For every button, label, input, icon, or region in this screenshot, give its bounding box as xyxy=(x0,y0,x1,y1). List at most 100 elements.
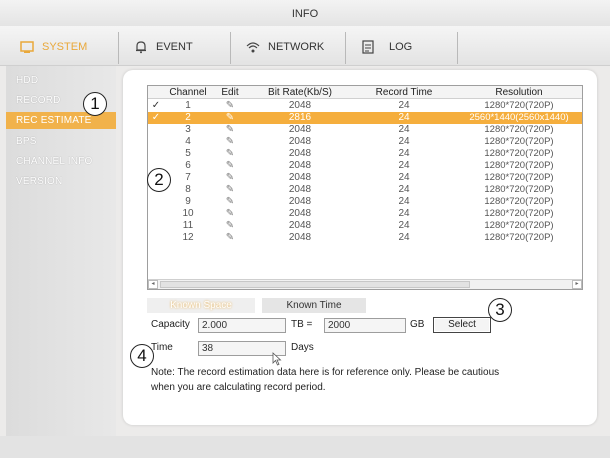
sidebar: HDD RECORD REC ESTIMATE BPS CHANNEL INFO… xyxy=(6,66,116,436)
cell-channel: 9 xyxy=(185,196,191,207)
capacity-tb-input[interactable]: 2.000 xyxy=(198,318,286,333)
horizontal-scrollbar[interactable]: ◂ ▸ xyxy=(148,279,582,289)
cell-record-time: 24 xyxy=(398,112,410,123)
cell-channel: 12 xyxy=(182,232,194,243)
log-icon xyxy=(361,40,375,54)
cell-bitrate: 2048 xyxy=(288,124,312,135)
table-row[interactable]: 12 ✎ 2048 24 1280*720(720P) xyxy=(148,232,582,244)
table-row[interactable]: ✓ 1 ✎ 2048 24 1280*720(720P) xyxy=(148,100,582,112)
cell-channel: 2 xyxy=(185,112,191,123)
edit-pencil-icon[interactable]: ✎ xyxy=(212,184,248,196)
row-checkbox[interactable] xyxy=(148,136,164,148)
column-header-resolution: Resolution xyxy=(495,87,543,98)
capacity-label: Capacity xyxy=(151,319,190,330)
table-row[interactable]: 9 ✎ 2048 24 1280*720(720P) xyxy=(148,196,582,208)
edit-pencil-icon[interactable]: ✎ xyxy=(212,220,248,232)
table-header: Channel Edit Bit Rate(Kb/S) Record Time … xyxy=(148,86,582,99)
time-label: Time xyxy=(151,342,173,353)
column-header-bitrate: Bit Rate(Kb/S) xyxy=(268,87,332,98)
note-line-1: Note: The record estimation data here is… xyxy=(151,367,500,378)
edit-pencil-icon[interactable]: ✎ xyxy=(212,172,248,184)
row-checkbox[interactable] xyxy=(148,124,164,136)
cell-resolution: 1280*720(720P) xyxy=(484,124,554,135)
cell-channel: 10 xyxy=(182,208,194,219)
cell-channel: 5 xyxy=(185,148,191,159)
edit-pencil-icon[interactable]: ✎ xyxy=(212,100,248,112)
cell-channel: 4 xyxy=(185,136,191,147)
column-header-channel: Channel xyxy=(169,87,207,98)
edit-pencil-icon[interactable]: ✎ xyxy=(212,136,248,148)
edit-pencil-icon[interactable]: ✎ xyxy=(212,160,248,172)
tab-network[interactable]: NETWORK xyxy=(234,30,339,64)
tab-divider xyxy=(230,32,231,64)
row-checkbox[interactable] xyxy=(148,148,164,160)
cell-record-time: 24 xyxy=(398,184,410,195)
table-row[interactable]: 7 ✎ 2048 24 1280*720(720P) xyxy=(148,172,582,184)
cell-record-time: 24 xyxy=(398,196,410,207)
table-row[interactable]: 10 ✎ 2048 24 1280*720(720P) xyxy=(148,208,582,220)
callout-1: 1 xyxy=(83,92,107,116)
cell-bitrate: 2048 xyxy=(288,220,312,231)
table-row[interactable]: 8 ✎ 2048 24 1280*720(720P) xyxy=(148,184,582,196)
sidebar-item-version[interactable]: VERSION xyxy=(6,173,116,190)
row-checkbox[interactable] xyxy=(148,232,164,244)
cell-channel: 3 xyxy=(185,124,191,135)
row-checkbox[interactable] xyxy=(148,220,164,232)
cell-channel: 11 xyxy=(182,220,194,231)
tab-system-label: SYSTEM xyxy=(42,41,88,53)
cell-record-time: 24 xyxy=(398,136,410,147)
table-row[interactable]: 11 ✎ 2048 24 1280*720(720P) xyxy=(148,220,582,232)
row-checkbox[interactable]: ✓ xyxy=(148,112,164,124)
callout-3: 3 xyxy=(488,298,512,322)
gb-label: GB xyxy=(410,319,425,330)
sidebar-item-bps[interactable]: BPS xyxy=(6,133,116,150)
cell-bitrate: 2048 xyxy=(288,148,312,159)
cell-resolution: 1280*720(720P) xyxy=(484,136,554,147)
cell-record-time: 24 xyxy=(398,172,410,183)
note-text: Note: The record estimation data here is… xyxy=(151,365,571,395)
edit-pencil-icon[interactable]: ✎ xyxy=(212,124,248,136)
bottom-bar xyxy=(0,436,610,458)
edit-pencil-icon[interactable]: ✎ xyxy=(212,232,248,244)
table-row[interactable]: ✓ 2 ✎ 2816 24 2560*1440(2560x1440) xyxy=(148,112,582,124)
table-row[interactable]: 4 ✎ 2048 24 1280*720(720P) xyxy=(148,136,582,148)
select-button[interactable]: Select xyxy=(433,317,491,333)
days-label: Days xyxy=(291,342,314,353)
cell-channel: 7 xyxy=(185,172,191,183)
table-row[interactable]: 3 ✎ 2048 24 1280*720(720P) xyxy=(148,124,582,136)
edit-pencil-icon[interactable]: ✎ xyxy=(212,196,248,208)
edit-pencil-icon[interactable]: ✎ xyxy=(212,148,248,160)
sidebar-item-channel-info[interactable]: CHANNEL INFO xyxy=(6,153,116,170)
cell-bitrate: 2048 xyxy=(288,232,312,243)
cell-resolution: 1280*720(720P) xyxy=(484,220,554,231)
scroll-right-icon[interactable]: ▸ xyxy=(572,280,582,289)
edit-pencil-icon[interactable]: ✎ xyxy=(212,112,248,124)
table-row[interactable]: 5 ✎ 2048 24 1280*720(720P) xyxy=(148,148,582,160)
scrollbar-thumb[interactable] xyxy=(160,281,470,288)
tab-known-space[interactable]: Known Space xyxy=(147,298,255,313)
tab-system[interactable]: SYSTEM xyxy=(8,30,113,64)
cell-channel: 1 xyxy=(185,100,191,111)
edit-pencil-icon[interactable]: ✎ xyxy=(212,208,248,220)
cell-record-time: 24 xyxy=(398,232,410,243)
cell-record-time: 24 xyxy=(398,100,410,111)
tab-event[interactable]: EVENT xyxy=(122,30,227,64)
capacity-gb-input[interactable]: 2000 xyxy=(324,318,406,333)
system-icon xyxy=(20,40,34,54)
cell-bitrate: 2816 xyxy=(288,112,312,123)
row-checkbox[interactable] xyxy=(148,196,164,208)
table-row[interactable]: 6 ✎ 2048 24 1280*720(720P) xyxy=(148,160,582,172)
row-checkbox[interactable] xyxy=(148,208,164,220)
tab-divider xyxy=(118,32,119,64)
cell-resolution: 1280*720(720P) xyxy=(484,160,554,171)
sidebar-item-hdd[interactable]: HDD xyxy=(6,72,116,89)
scroll-left-icon[interactable]: ◂ xyxy=(148,280,158,289)
cell-bitrate: 2048 xyxy=(288,100,312,111)
cell-resolution: 1280*720(720P) xyxy=(484,172,554,183)
cell-bitrate: 2048 xyxy=(288,172,312,183)
tab-known-time[interactable]: Known Time xyxy=(262,298,366,313)
row-checkbox[interactable]: ✓ xyxy=(148,100,164,112)
column-header-record-time: Record Time xyxy=(375,87,433,98)
cell-bitrate: 2048 xyxy=(288,184,312,195)
tab-log[interactable]: LOG xyxy=(349,30,454,64)
